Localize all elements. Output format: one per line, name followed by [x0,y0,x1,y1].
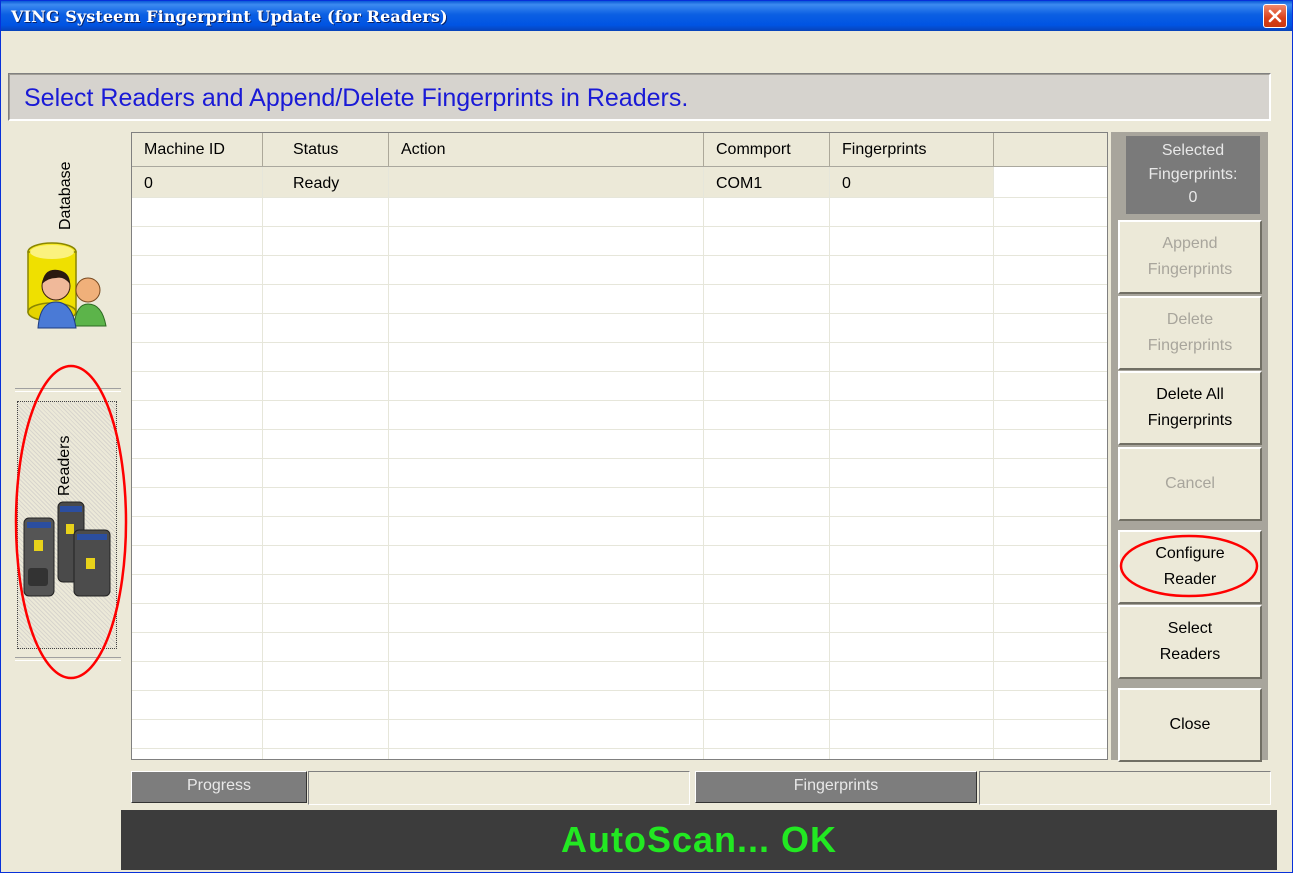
cell-status: Ready [293,175,340,192]
select-readers-button[interactable]: Select Readers [1118,605,1262,679]
column-header-action[interactable]: Action [389,133,704,166]
database-users-icon [27,242,107,329]
fingerprints-status-field [979,771,1271,805]
cell-fingerprints: 0 [842,175,851,192]
grid-line [132,371,1107,372]
grid-line [132,458,1107,459]
grid-line [132,545,1107,546]
delete-all-fingerprints-button[interactable]: Delete All Fingerprints [1118,371,1262,445]
grid-line [132,400,1107,401]
column-header-status[interactable]: Status [263,133,389,166]
window-title: VING Systeem Fingerprint Update (for Rea… [11,7,448,26]
progress-bar [308,771,690,805]
column-header-commport[interactable]: Commport [704,133,830,166]
cancel-label: Cancel [1165,475,1215,492]
title-bar[interactable]: VING Systeem Fingerprint Update (for Rea… [1,1,1292,31]
close-window-button[interactable] [1263,4,1287,28]
selected-fingerprints-box: Selected Fingerprints: 0 [1126,136,1260,214]
grid-line [132,226,1107,227]
selected-fingerprints-label: Selected Fingerprints: [1148,142,1238,183]
selected-fingerprints-count: 0 [1188,189,1198,206]
tab-separator [15,388,121,392]
banner-text: Select Readers and Append/Delete Fingerp… [24,84,689,112]
grid-line [132,255,1107,256]
configure-reader-label: Configure Reader [1155,545,1225,588]
delete-all-fingerprints-label: Delete All Fingerprints [1147,386,1233,429]
status-console: AutoScan... OK [121,810,1277,870]
column-header-machine-id[interactable]: Machine ID [132,133,263,166]
configure-reader-button[interactable]: Configure Reader [1118,530,1262,604]
close-label: Close [1169,716,1211,733]
column-header-fingerprints[interactable]: Fingerprints [830,133,994,166]
append-fingerprints-label: Append Fingerprints [1147,235,1233,278]
console-message: AutoScan... OK [560,819,838,860]
cell-commport: COM1 [716,175,763,192]
fingerprint-reader-icon [23,501,111,597]
fingerprints-status-label: Fingerprints [695,771,977,803]
grid-line [132,516,1107,517]
close-button[interactable]: Close [1118,688,1262,762]
close-icon [1268,9,1282,23]
grid-line [132,197,1107,198]
progress-label: Progress [131,771,307,803]
append-fingerprints-button[interactable]: Append Fingerprints [1118,220,1262,294]
grid-line [132,487,1107,488]
delete-fingerprints-button[interactable]: Delete Fingerprints [1118,296,1262,370]
tab-separator [15,657,121,661]
grid-line [132,719,1107,720]
readers-table[interactable]: Machine ID Status Action Commport Finger… [131,132,1108,760]
grid-line [132,574,1107,575]
grid-line [132,748,1107,749]
delete-fingerprints-label: Delete Fingerprints [1147,311,1233,354]
grid-line [132,632,1107,633]
grid-line [132,690,1107,691]
select-readers-label: Select Readers [1159,620,1221,663]
table-header: Machine ID Status Action Commport Finger… [132,133,1107,167]
grid-line [132,342,1107,343]
cell-machine-id: 0 [144,175,153,192]
tab-readers-label: Readers [56,435,73,496]
tab-database[interactable]: Database [57,138,79,231]
grid-line [132,661,1107,662]
tab-readers-label-wrap: Readers [56,410,78,496]
grid-line [132,313,1107,314]
tab-database-label: Database [57,161,74,231]
grid-line [132,429,1107,430]
cancel-button[interactable]: Cancel [1118,447,1262,521]
grid-line [132,603,1107,604]
grid-line [132,284,1107,285]
column-header-empty [994,133,1107,166]
